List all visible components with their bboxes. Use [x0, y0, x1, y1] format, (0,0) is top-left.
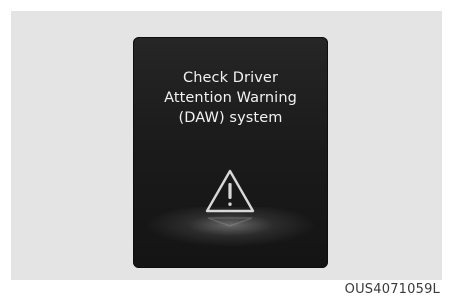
- cluster-display: Check Driver Attention Warning (DAW) sys…: [133, 37, 328, 268]
- warning-message: Check Driver Attention Warning (DAW) sys…: [133, 68, 328, 128]
- warning-triangle-icon: [205, 169, 255, 213]
- message-line-3: (DAW) system: [178, 110, 283, 126]
- message-line-2: Attention Warning: [164, 90, 297, 106]
- warning-icon-reflection: [207, 217, 253, 227]
- figure-code: OUS4071059L: [344, 282, 440, 297]
- message-line-1: Check Driver: [182, 70, 279, 86]
